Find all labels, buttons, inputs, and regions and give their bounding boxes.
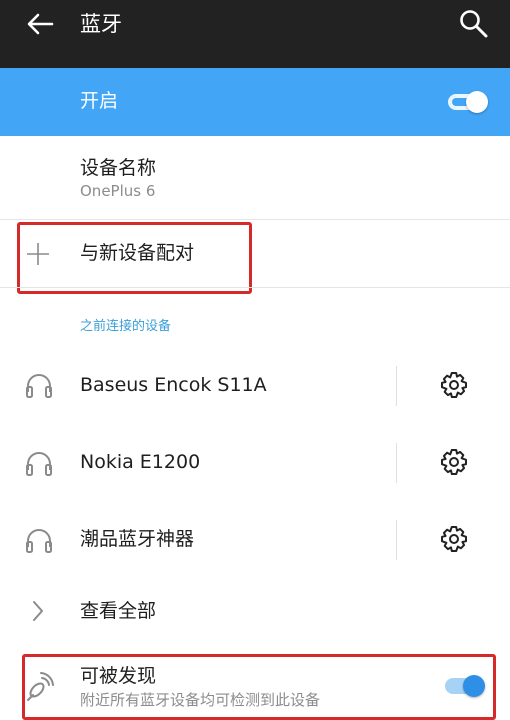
see-all-label: 查看全部 (80, 600, 157, 622)
highlight-box-pair (17, 222, 252, 294)
app-bar: 蓝牙 (0, 0, 510, 68)
headphones-icon (26, 452, 52, 476)
device-name-label: 设备名称 (80, 157, 157, 179)
vertical-divider (396, 366, 397, 406)
vertical-divider (396, 443, 397, 483)
paired-device-name: Nokia E1200 (80, 451, 201, 473)
headphones-icon (26, 529, 52, 553)
highlight-box-discoverable (22, 654, 496, 720)
see-all-row[interactable]: 查看全部 (0, 580, 510, 642)
paired-device-row[interactable]: Baseus Encok S11A (0, 346, 510, 422)
divider (0, 287, 510, 288)
gear-icon[interactable] (440, 371, 468, 399)
vertical-divider (396, 520, 397, 560)
bluetooth-toggle[interactable] (446, 91, 488, 113)
arrow-back-icon[interactable] (24, 8, 56, 40)
bluetooth-switch-label: 开启 (80, 90, 119, 112)
paired-device-name: 潮品蓝牙神器 (80, 528, 195, 550)
device-name-row[interactable]: 设备名称 OnePlus 6 (0, 136, 510, 219)
paired-device-row[interactable]: 潮品蓝牙神器 (0, 501, 510, 578)
page-title: 蓝牙 (80, 12, 122, 36)
paired-device-name: Baseus Encok S11A (80, 374, 267, 396)
device-name-value: OnePlus 6 (80, 182, 156, 200)
chevron-right-icon (33, 601, 43, 621)
section-header-previous-devices: 之前连接的设备 (80, 319, 172, 334)
bluetooth-master-switch-row[interactable]: 开启 (0, 68, 510, 136)
search-icon[interactable] (456, 6, 492, 42)
toggle-knob (466, 91, 488, 113)
gear-icon[interactable] (440, 448, 468, 476)
headphones-icon (26, 374, 52, 398)
paired-device-row[interactable]: Nokia E1200 (0, 424, 510, 500)
gear-icon[interactable] (440, 525, 468, 553)
